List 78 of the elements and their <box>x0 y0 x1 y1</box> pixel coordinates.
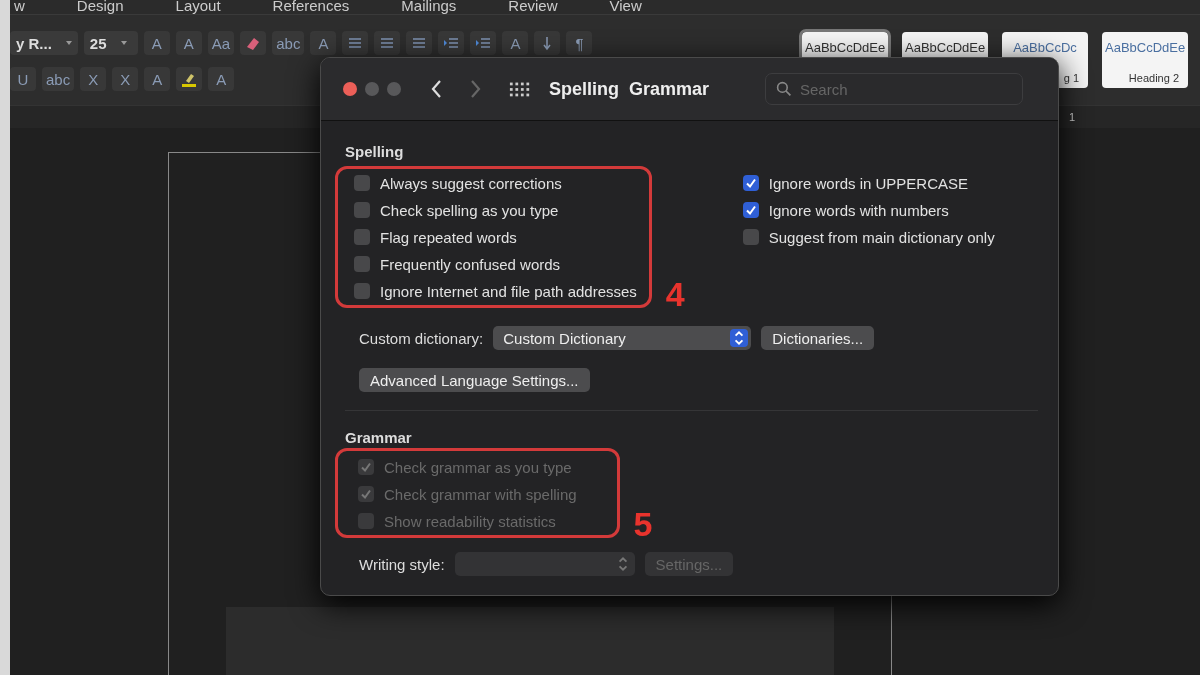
toolbar-button[interactable]: A <box>175 31 202 55</box>
toolbar-button[interactable] <box>176 67 203 91</box>
checkbox-option[interactable]: Ignore Internet and file path addresses <box>354 281 637 301</box>
style-preset[interactable]: AaBbCcDdEe Heading 2 <box>1102 32 1188 88</box>
toolbar-button[interactable]: X <box>112 67 139 91</box>
minimize-button[interactable] <box>365 82 379 96</box>
checkbox[interactable] <box>742 175 759 191</box>
search-field[interactable]: Search <box>765 73 1023 105</box>
menu-item[interactable]: Design <box>76 0 124 14</box>
toolbar-button[interactable] <box>470 31 497 55</box>
search-icon <box>776 81 792 97</box>
list-icon <box>411 35 428 51</box>
menu-item[interactable]: Review <box>508 0 558 14</box>
checkbox-option[interactable]: Ignore words in UPPERCASE <box>742 173 995 193</box>
checkbox-option: Check grammar with spelling <box>358 484 577 504</box>
toolbar-button[interactable]: Aa <box>207 31 235 55</box>
window-title: Spelling Grammar <box>549 78 711 100</box>
dropdown-value: y R... <box>16 34 52 52</box>
advanced-settings-button[interactable]: Advanced Language Settings... <box>359 368 590 392</box>
checkbox-option[interactable]: Suggest from main dictionary only <box>742 227 995 247</box>
checkbox-option[interactable]: Ignore words with numbers <box>742 200 995 220</box>
checkbox[interactable] <box>354 229 370 245</box>
search-input[interactable]: Search <box>798 79 1002 99</box>
indent-icon <box>443 35 460 51</box>
toolbar-button[interactable] <box>406 31 433 55</box>
section-heading: Spelling <box>345 143 405 160</box>
caret-icon <box>120 41 127 45</box>
checkbox[interactable] <box>354 283 370 299</box>
dropdown-value: 25 <box>89 34 107 52</box>
menu-item[interactable]: References <box>272 0 350 14</box>
checkbox-option[interactable]: Check spelling as you type <box>354 200 637 220</box>
checkbox-option: Check grammar as you type <box>358 457 577 477</box>
toolbar-button[interactable]: abc <box>272 31 305 55</box>
menu-item[interactable]: View <box>609 0 642 14</box>
list-icon <box>379 35 396 51</box>
toolbar-button[interactable]: abc <box>42 67 75 91</box>
dropdown-field[interactable]: y R... <box>10 31 78 55</box>
eraser-icon <box>245 35 262 51</box>
menu-item[interactable]: Layout <box>175 0 221 14</box>
menu-item[interactable]: Mailings <box>401 0 457 14</box>
section-heading: Grammar <box>345 429 413 446</box>
ruler-number: 1 <box>1068 111 1075 123</box>
menu-item[interactable]: w <box>14 0 25 14</box>
checkbox[interactable] <box>354 175 370 191</box>
toolbar-button[interactable]: A <box>208 67 235 91</box>
checkbox-option[interactable]: Frequently confused words <box>354 254 637 274</box>
toolbar-button[interactable]: ¶ <box>566 31 593 55</box>
toolbar-button[interactable]: A <box>144 67 171 91</box>
checkbox-option[interactable]: Flag repeated words <box>354 227 637 247</box>
annotation-number: 5 <box>633 505 653 544</box>
toolbar-button[interactable] <box>438 31 465 55</box>
toolbar-button[interactable]: A <box>310 31 337 55</box>
checkbox-option[interactable]: Always suggest corrections <box>354 173 637 193</box>
toolbar-button[interactable]: A <box>502 31 529 55</box>
toolbar-button[interactable] <box>342 31 369 55</box>
toolbar-button[interactable]: A <box>143 31 170 55</box>
highlighter-icon <box>181 71 198 87</box>
checkbox[interactable] <box>354 202 370 218</box>
toolbar-button[interactable] <box>534 31 561 55</box>
toolbar-button[interactable] <box>374 31 401 55</box>
list-icon <box>347 35 364 51</box>
indent-icon <box>475 35 492 51</box>
zoom-button[interactable] <box>387 82 401 96</box>
field-label: Custom dictionary: <box>359 329 484 347</box>
toolbar-button[interactable]: X <box>80 67 107 91</box>
annotation-number: 4 <box>665 275 685 314</box>
caret-icon <box>65 41 72 45</box>
checkbox[interactable] <box>742 229 759 245</box>
dictionary-dropdown[interactable]: Custom Dictionary <box>493 326 752 350</box>
checkbox[interactable] <box>742 202 759 218</box>
dropdown-field[interactable]: 25 <box>83 31 138 55</box>
toolbar-button[interactable] <box>240 31 267 55</box>
toolbar-button[interactable]: U <box>10 67 36 91</box>
checkbox-option: Show readability statistics <box>358 511 577 531</box>
checkbox[interactable] <box>354 256 370 272</box>
field-label: Writing style: <box>359 555 445 573</box>
close-button[interactable] <box>343 82 357 96</box>
dictionaries-button[interactable]: Dictionaries... <box>761 326 875 350</box>
